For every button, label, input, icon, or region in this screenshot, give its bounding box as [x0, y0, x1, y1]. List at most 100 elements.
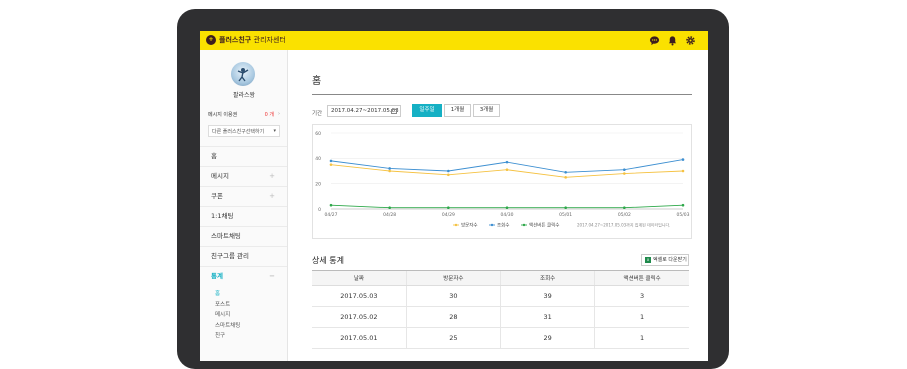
- table-row: 2017.05.02 28 31 1: [312, 306, 689, 328]
- app-subtitle: 관리자센터: [253, 36, 286, 44]
- period-3month-button[interactable]: 3개월: [473, 104, 500, 117]
- table-cell-date: 2017.05.01: [312, 327, 407, 349]
- table-cell-views: 31: [499, 306, 595, 328]
- period-week-button[interactable]: 일주일: [412, 104, 442, 117]
- sidebar-item-stats[interactable]: 통계 −: [200, 266, 287, 286]
- submenu-item-smart-chat[interactable]: 스마트채팅: [215, 321, 287, 332]
- submenu-item-home[interactable]: 홈: [215, 289, 287, 300]
- collapse-icon: −: [269, 272, 275, 280]
- excel-icon: x: [645, 257, 651, 263]
- x-tick-label: 04/27: [325, 212, 338, 218]
- table-cell-date: 2017.05.02: [312, 306, 407, 328]
- sidebar-item-label: 메시지: [211, 172, 229, 180]
- date-range-input[interactable]: 2017.04.27~2017.05.03: [327, 105, 401, 117]
- line-chart: 0 20 40 60 04/27 04/28 04/29 04/30 05/01 05/02 05/…: [312, 124, 692, 239]
- excel-download-button[interactable]: x 엑셀로 다운받기: [641, 254, 689, 266]
- sidebar-item-home[interactable]: 홈: [200, 146, 287, 166]
- data-point: [623, 168, 626, 172]
- data-point: [505, 168, 509, 172]
- date-range-value: 2017.04.27~2017.05.03: [331, 108, 399, 114]
- avatar[interactable]: [231, 62, 255, 86]
- caret-down-icon: ▾: [273, 128, 276, 134]
- table-cell-visitors: 25: [405, 327, 501, 349]
- table-cell-visitors: 28: [405, 306, 501, 328]
- x-tick-label: 05/02: [618, 212, 631, 218]
- sidebar: 팔라스왕 메시지 이용권 0 개 › 다른 플러스친구선택하기 ▾ 홈 메시지 +…: [200, 50, 288, 361]
- top-bar: + 플러스친구 관리자센터: [200, 31, 708, 50]
- data-point: [623, 206, 626, 210]
- chat-bubble-icon[interactable]: [649, 35, 660, 46]
- sidebar-item-chat[interactable]: 1:1채팅: [200, 206, 287, 226]
- table-cell-views: 39: [499, 285, 595, 307]
- submenu-item-post[interactable]: 포스트: [215, 300, 287, 311]
- data-point: [447, 206, 450, 210]
- table-cell-date: 2017.05.03: [312, 285, 407, 307]
- x-tick-label: 05/03: [677, 212, 690, 218]
- table-cell-views: 29: [499, 327, 595, 349]
- profile-name: 팔라스왕: [232, 92, 256, 99]
- sidebar-item-label: 홈: [211, 152, 217, 160]
- column-header-visitors: 방문자수: [405, 270, 501, 286]
- plusfriend-logo-icon: +: [206, 35, 216, 45]
- bell-icon[interactable]: [667, 35, 678, 46]
- data-point: [447, 169, 450, 173]
- data-point: [329, 163, 333, 166]
- submenu-item-message[interactable]: 메시지: [215, 310, 287, 321]
- data-point: [681, 169, 685, 173]
- app-title: 플러스친구 관리자센터: [219, 35, 286, 46]
- y-tick-label: 20: [315, 181, 321, 187]
- column-header-views: 조회수: [499, 270, 595, 286]
- table-row: 2017.05.01 25 29 1: [312, 327, 689, 349]
- legend-marker: [454, 223, 458, 227]
- detail-stats-table: 날짜 방문자수 조회수 액션버튼 클릭수 2017.05.03 30 39 3 …: [312, 270, 689, 349]
- gear-icon[interactable]: [685, 35, 696, 46]
- table-row: 2017.05.03 30 39 3: [312, 285, 689, 307]
- sidebar-item-label: 통계: [211, 272, 223, 280]
- table-header-row: 날짜 방문자수 조회수 액션버튼 클릭수: [312, 270, 689, 286]
- column-header-date: 날짜: [312, 270, 407, 286]
- data-point: [388, 169, 391, 173]
- detail-stats-title: 상세 통계: [312, 256, 344, 265]
- message-quota[interactable]: 메시지 이용권 0 개 ›: [208, 111, 280, 121]
- data-point: [329, 159, 333, 163]
- message-quota-label: 메시지 이용권: [208, 112, 238, 118]
- table-cell-action-clicks: 3: [594, 285, 689, 307]
- sidebar-item-message[interactable]: 메시지 +: [200, 166, 287, 186]
- data-point: [681, 158, 685, 161]
- message-quota-count: 0 개: [264, 112, 274, 118]
- sidebar-item-label: 쿠폰: [211, 192, 223, 200]
- table-cell-action-clicks: 1: [594, 306, 689, 328]
- x-tick-label: 04/29: [442, 212, 455, 218]
- data-point: [388, 206, 391, 210]
- table-cell-visitors: 30: [405, 285, 501, 307]
- page-title: 홈: [312, 76, 322, 87]
- y-tick-label: 60: [315, 131, 321, 137]
- data-point: [447, 173, 450, 177]
- data-point: [564, 170, 567, 174]
- title-divider: [312, 94, 692, 95]
- legend-label: 방문자수: [461, 222, 478, 229]
- sidebar-item-group[interactable]: 친구그룹 관리: [200, 246, 287, 266]
- data-point: [681, 203, 685, 207]
- main-content: 홈 기간 2017.04.27~2017.05.03 일주일 1개월 3개월 0…: [312, 50, 692, 361]
- period-1month-button[interactable]: 1개월: [444, 104, 471, 117]
- y-tick-label: 0: [318, 207, 321, 213]
- figure-icon: [237, 68, 249, 82]
- sidebar-item-label: 1:1채팅: [211, 212, 234, 220]
- sidebar-item-smart-chat[interactable]: 스마트채팅: [200, 226, 287, 246]
- legend-marker: [490, 223, 494, 227]
- legend-label: 액션버튼 클릭수: [529, 222, 559, 229]
- table-cell-action-clicks: 1: [594, 327, 689, 349]
- sidebar-item-coupon[interactable]: 쿠폰 +: [200, 186, 287, 206]
- x-tick-label: 04/28: [383, 212, 396, 218]
- chart-note: 2017.04.27~2017.05.03까지 집계된 데이터입니다.: [577, 222, 670, 228]
- excel-download-label: 엑셀로 다운받기: [653, 257, 687, 263]
- submenu-item-friend[interactable]: 친구: [215, 331, 287, 342]
- data-point: [623, 172, 626, 175]
- account-select[interactable]: 다른 플러스친구선택하기 ▾: [208, 125, 280, 137]
- stats-submenu: 홈 포스트 메시지 스마트채팅 친구: [200, 286, 287, 342]
- period-label: 기간: [312, 111, 323, 117]
- data-point: [329, 203, 333, 207]
- expand-icon: +: [269, 192, 275, 200]
- x-tick-label: 05/01: [559, 212, 572, 218]
